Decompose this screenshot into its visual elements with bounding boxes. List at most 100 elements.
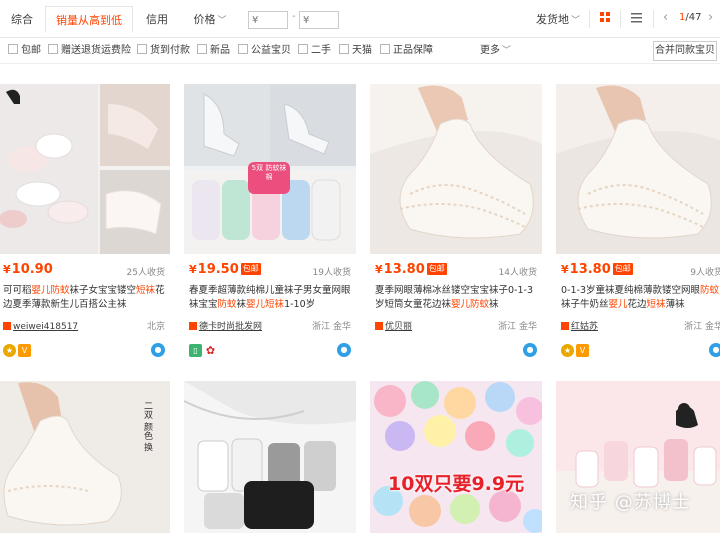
title-highlight: 防蚊 <box>700 285 720 296</box>
price-min-input[interactable] <box>248 11 288 29</box>
shop-icon <box>3 322 11 330</box>
phone-icon[interactable]: ▯ <box>189 343 202 357</box>
checkbox[interactable] <box>8 44 18 54</box>
filter-tmall[interactable]: 天猫 <box>339 43 372 59</box>
sort-tab-label: 综合 <box>11 13 33 26</box>
filter-cash-on-delivery[interactable]: 货到付款 <box>137 43 190 59</box>
product-card[interactable]: 10双只要9.9元 <box>370 381 542 533</box>
product-image[interactable]: 5双 防蚊袜 棉 <box>184 84 356 254</box>
page-total: /47 <box>685 12 702 23</box>
gold-medal-icon[interactable]: ★ <box>3 343 16 357</box>
title-text: 0-1-3岁童袜夏纯棉薄款镂空网眼 <box>561 285 700 296</box>
wangwang-chat-icon[interactable]: ● <box>337 343 351 357</box>
filter-charity[interactable]: 公益宝贝 <box>238 43 291 59</box>
product-card[interactable]: 5双 防蚊袜 棉 ¥19.50 包邮 19人收货 春夏季超薄款纯棉儿童袜子男女童网… <box>184 84 356 364</box>
checkbox[interactable] <box>238 44 248 54</box>
checkbox[interactable] <box>137 44 147 54</box>
price: ¥10.90 <box>3 262 53 277</box>
product-card[interactable]: 二双 颜色 换 <box>0 381 170 533</box>
product-image[interactable]: 10双只要9.9元 <box>370 381 542 533</box>
shop-link[interactable]: weiwei418517 <box>13 322 78 332</box>
price-value: 13.80 <box>569 262 611 277</box>
filter-new[interactable]: 新品 <box>197 43 230 59</box>
price-row: ¥10.90 25人收货 <box>3 262 165 280</box>
shop-link[interactable]: 德卡时尚批发网 <box>199 322 262 332</box>
product-image[interactable] <box>184 381 356 533</box>
price-row: ¥13.80 包邮 9人收货 <box>561 262 720 280</box>
filter-return-insurance[interactable]: 赠送退货运费险 <box>48 43 131 59</box>
title-highlight: 婴儿防蚊 <box>451 299 490 310</box>
product-title[interactable]: 0-1-3岁童袜夏纯棉薄款镂空网眼防蚊袜子牛奶丝婴儿花边短袜薄袜 <box>561 284 720 314</box>
sort-tab-label: 销量从高到低 <box>56 14 122 27</box>
checkbox[interactable] <box>48 44 58 54</box>
checkbox[interactable] <box>298 44 308 54</box>
product-title[interactable]: 夏季网眼薄棉冰丝镂空宝宝袜子0-1-3岁短筒女童花边袜婴儿防蚊袜 <box>375 284 537 314</box>
product-title[interactable]: 春夏季超薄款纯棉儿童袜子男女童网眼袜宝宝防蚊袜婴儿短袜1-10岁 <box>189 284 351 314</box>
shop-row: 优贝丽 浙江 金华 <box>375 320 537 334</box>
location: 浙江 金华 <box>312 322 351 332</box>
location: 北京 <box>146 322 165 332</box>
title-text: 袜 <box>236 299 247 310</box>
title-text: 薄袜 <box>665 299 685 310</box>
product-card[interactable] <box>184 381 356 533</box>
filter-label: 货到付款 <box>150 45 190 56</box>
currency-symbol: ¥ <box>189 263 197 276</box>
product-card[interactable]: ¥13.80 包邮 14人收货 夏季网眼薄棉冰丝镂空宝宝袜子0-1-3岁短筒女童花… <box>370 84 542 364</box>
filter-genuine[interactable]: 正品保障 <box>380 43 433 59</box>
shop-link[interactable]: 优贝丽 <box>385 322 412 332</box>
wangwang-chat-icon[interactable]: ● <box>709 343 720 357</box>
merge-same-items-button[interactable]: 合并同款宝贝 <box>653 41 717 61</box>
title-text: 袜子女宝宝镂空 <box>69 285 137 296</box>
page-indicator: 1/47 <box>679 12 701 23</box>
price-max-input[interactable] <box>299 11 339 29</box>
wangwang-chat-icon[interactable]: ● <box>523 343 537 357</box>
filter-second-hand[interactable]: 二手 <box>298 43 331 59</box>
price-row: ¥13.80 包邮 14人收货 <box>375 262 537 280</box>
prev-page-icon[interactable]: ‹ <box>663 10 668 25</box>
gold-medal-icon[interactable]: ★ <box>561 343 574 357</box>
sold-count: 19人收货 <box>312 268 351 278</box>
filter-label: 赠送退货运费险 <box>61 45 131 56</box>
product-image[interactable] <box>556 84 720 254</box>
price-value: 13.80 <box>383 262 425 277</box>
next-page-icon[interactable]: › <box>708 10 713 25</box>
price-value: 10.90 <box>11 262 53 277</box>
ship-from-dropdown[interactable]: 发货地 ﹀ <box>530 6 586 33</box>
image-overlay-text: 5双 防蚊袜 棉 <box>251 164 287 181</box>
sort-tab-default[interactable]: 综合 <box>0 6 44 33</box>
product-card[interactable]: ¥13.80 包邮 9人收货 0-1-3岁童袜夏纯棉薄款镂空网眼防蚊袜子牛奶丝婴儿… <box>556 84 720 364</box>
sort-tab-credit[interactable]: 信用 <box>134 6 180 33</box>
shop-row: 红姑苏 浙江 金华 <box>561 320 720 334</box>
sort-tab-price[interactable]: 价格 ﹀ <box>184 6 236 33</box>
chevron-down-icon: ﹀ <box>217 16 227 26</box>
grid-view-icon[interactable] <box>590 8 620 32</box>
filter-label: 天猫 <box>352 45 372 56</box>
price: ¥13.80 <box>561 262 611 277</box>
product-image[interactable]: 二双 颜色 换 <box>0 381 170 533</box>
filter-free-shipping[interactable]: 包邮 <box>8 43 41 59</box>
product-card[interactable]: ¥10.90 25人收货 可可稻婴儿防蚊袜子女宝宝镂空短袜花边夏季薄款新生儿百搭… <box>0 84 170 364</box>
currency-symbol: ¥ <box>3 263 11 276</box>
wangwang-chat-icon[interactable]: ● <box>151 343 165 357</box>
vip-icon[interactable]: V <box>576 343 589 357</box>
sort-tab-sales[interactable]: 销量从高到低 <box>45 6 133 33</box>
badge-row: ★ V ● <box>561 343 720 359</box>
vip-icon[interactable]: V <box>18 343 31 357</box>
product-title[interactable]: 可可稻婴儿防蚊袜子女宝宝镂空短袜花边夏季薄款新生儿百搭公主袜 <box>3 284 165 314</box>
filter-label: 新品 <box>210 45 230 56</box>
more-filters-button[interactable]: 更多 ﹀ <box>480 43 511 59</box>
checkbox[interactable] <box>197 44 207 54</box>
checkbox[interactable] <box>339 44 349 54</box>
title-highlight: 防蚊 <box>217 299 237 310</box>
list-view-icon[interactable] <box>621 8 651 32</box>
product-image[interactable] <box>370 84 542 254</box>
title-highlight: 婴儿防蚊 <box>31 285 70 296</box>
shop-link[interactable]: 红姑苏 <box>571 322 598 332</box>
checkbox[interactable] <box>380 44 390 54</box>
image-overlay-text: 10双只要9.9元 <box>388 473 525 495</box>
filter-label: 二手 <box>311 45 331 56</box>
flower-icon[interactable]: ✿ <box>204 343 217 357</box>
title-text: 袜 <box>489 299 499 310</box>
sold-count: 9人收货 <box>690 268 720 278</box>
product-image[interactable] <box>0 84 170 254</box>
